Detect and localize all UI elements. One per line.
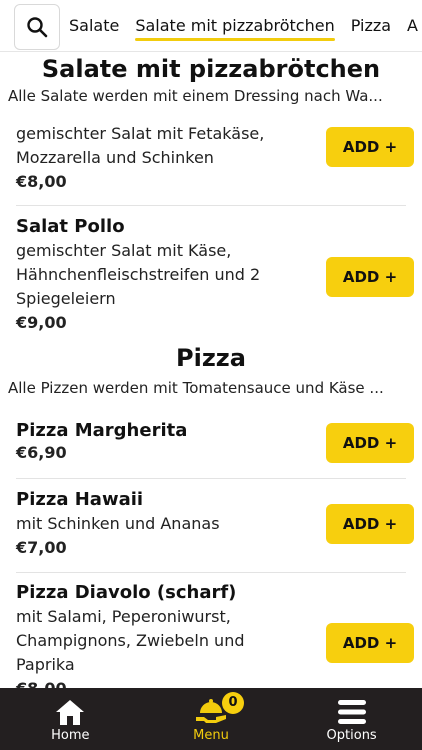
- nav-menu-label: Menu: [193, 727, 229, 743]
- menu-content: Salate mit pizzabrötchen Alle Salate wer…: [0, 52, 422, 688]
- cart-count-badge: 0: [221, 691, 244, 714]
- nav-home[interactable]: Home: [10, 696, 130, 743]
- item-price: €8,00: [16, 679, 406, 688]
- hamburger-icon: [336, 696, 368, 728]
- section-description: Alle Pizzen werden mit Tomatensauce und …: [8, 379, 384, 397]
- item-description: gemischter Salat mit Käse, Hähnchenfleis…: [16, 241, 261, 308]
- item-price: €9,00: [16, 313, 67, 332]
- home-icon: [54, 696, 86, 728]
- section-description: Alle Salate werden mit einem Dressing na…: [8, 87, 383, 105]
- nav-home-label: Home: [51, 727, 90, 743]
- item-name: Salat Pollo: [16, 216, 125, 237]
- section-title: Pizza: [176, 344, 246, 372]
- nav-options[interactable]: Options: [292, 696, 412, 743]
- section-title: Salate mit pizzabrötchen: [41, 55, 381, 83]
- item-description: mit Salami, Peperoniwurst, Champignons, …: [16, 607, 245, 674]
- add-button[interactable]: ADD +: [326, 623, 414, 663]
- divider: [16, 205, 406, 206]
- tab-next[interactable]: A: [407, 10, 418, 41]
- tab-salate-mit-pizzabroetchen[interactable]: Salate mit pizzabrötchen: [135, 10, 336, 41]
- nav-options-label: Options: [326, 727, 377, 743]
- add-button[interactable]: ADD +: [326, 127, 414, 167]
- bottom-nav: Home 0 Menu Options: [0, 688, 422, 750]
- item-name: Pizza Diavolo (scharf): [16, 582, 237, 603]
- nav-menu[interactable]: 0 Menu: [151, 691, 271, 743]
- cart-icon: 0: [194, 691, 244, 728]
- search-button[interactable]: [14, 3, 60, 50]
- category-tabs: Salate Salate mit pizzabrötchen Pizza A: [69, 10, 422, 41]
- tab-pizza[interactable]: Pizza: [351, 10, 391, 41]
- category-bar: Salate Salate mit pizzabrötchen Pizza A: [0, 0, 422, 52]
- divider: [16, 478, 406, 479]
- add-button[interactable]: ADD +: [326, 257, 414, 297]
- add-button[interactable]: ADD +: [326, 504, 414, 544]
- divider: [16, 572, 406, 573]
- item-description: mit Schinken und Ananas: [16, 514, 220, 533]
- item-price: €8,00: [16, 172, 67, 191]
- tab-salate[interactable]: Salate: [69, 10, 119, 41]
- add-button[interactable]: ADD +: [326, 423, 414, 463]
- search-icon: [27, 16, 48, 37]
- item-description: gemischter Salat mit Fetakäse, Mozzarell…: [16, 124, 265, 167]
